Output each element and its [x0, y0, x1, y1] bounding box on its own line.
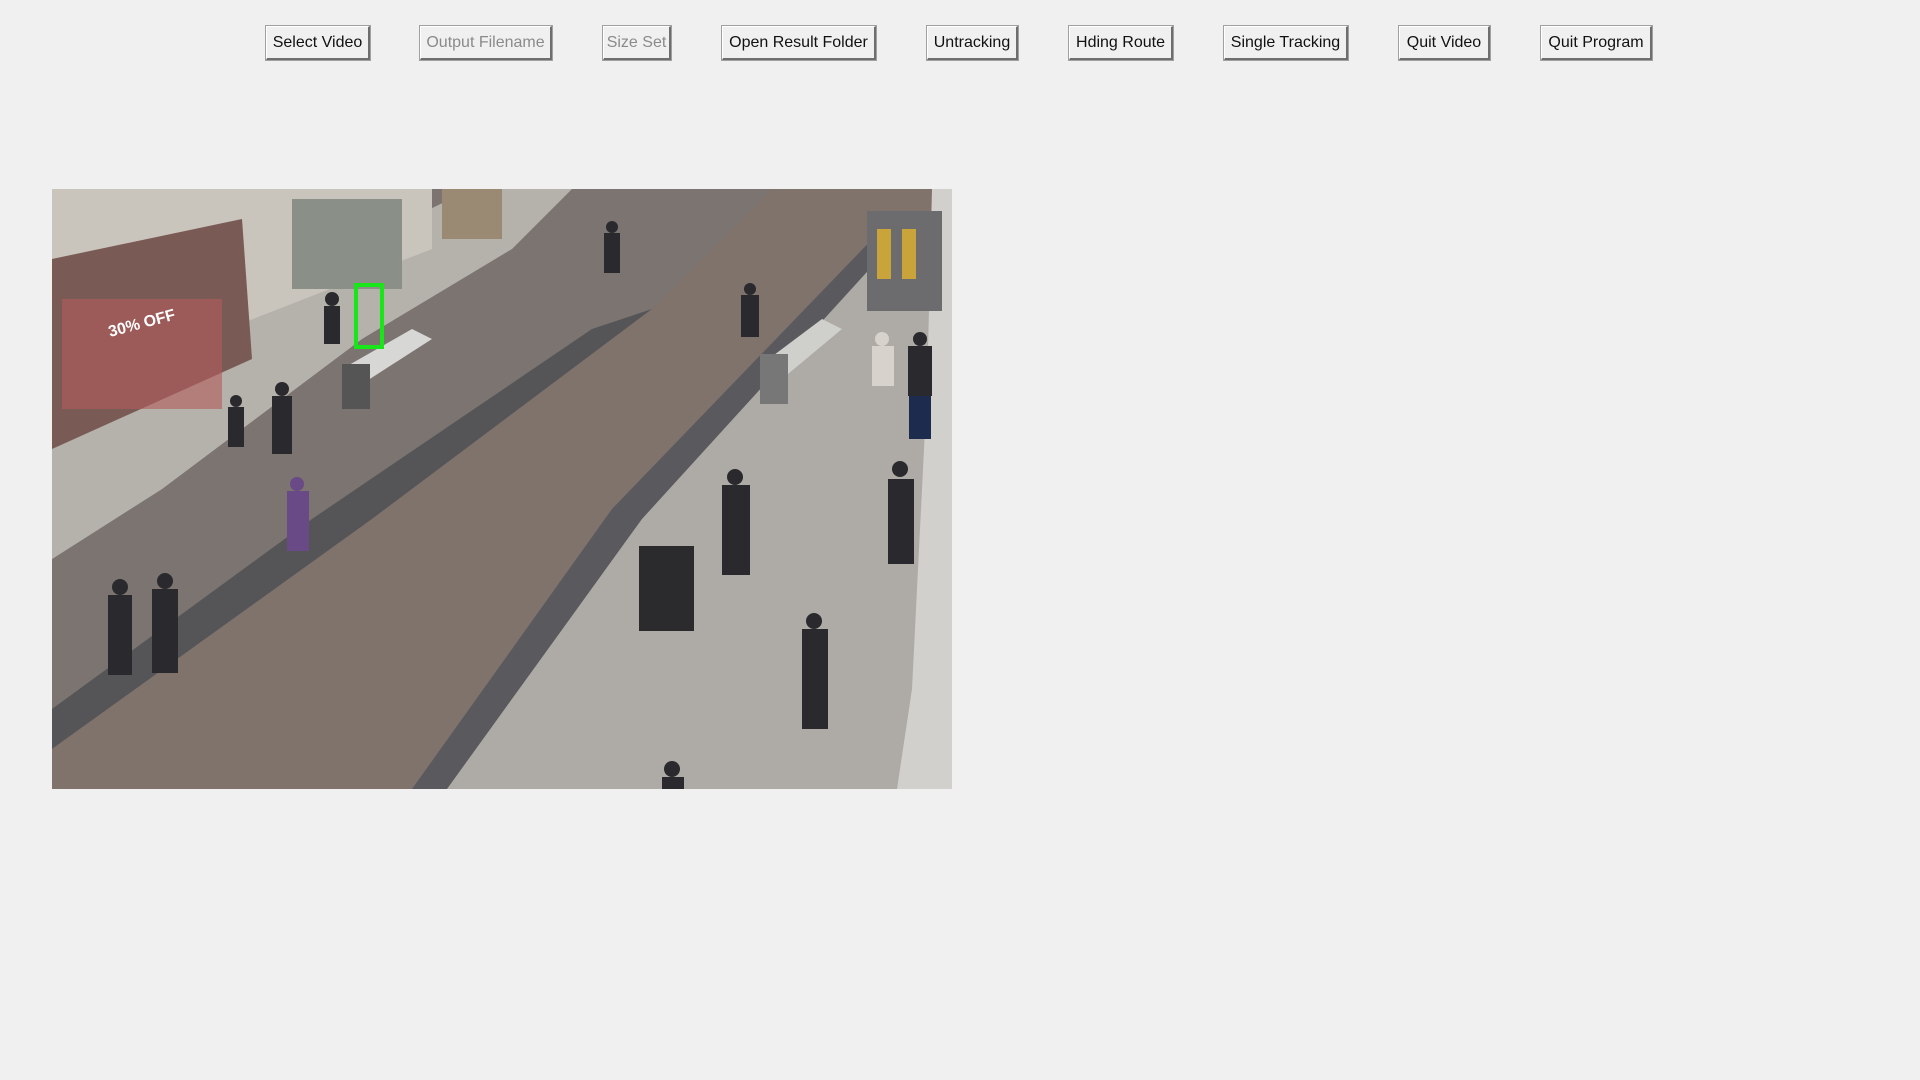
- toolbar: Select Video Output Filename Size Set Op…: [0, 25, 1920, 62]
- size-set-button[interactable]: Size Set: [602, 25, 672, 61]
- open-result-folder-button[interactable]: Open Result Folder: [721, 25, 877, 61]
- quit-video-button[interactable]: Quit Video: [1398, 25, 1491, 61]
- street-scene-image: 30% OFF: [52, 189, 952, 789]
- app-window: Select Video Output Filename Size Set Op…: [0, 0, 1920, 1080]
- output-filename-button[interactable]: Output Filename: [419, 25, 553, 61]
- single-tracking-button[interactable]: Single Tracking: [1223, 25, 1349, 61]
- hding-route-button[interactable]: Hding Route: [1068, 25, 1174, 61]
- select-video-button[interactable]: Select Video: [265, 25, 371, 61]
- untracking-button[interactable]: Untracking: [926, 25, 1019, 61]
- video-frame[interactable]: 30% OFF: [52, 189, 952, 789]
- quit-program-button[interactable]: Quit Program: [1540, 25, 1653, 61]
- tracking-bounding-box: [354, 283, 384, 349]
